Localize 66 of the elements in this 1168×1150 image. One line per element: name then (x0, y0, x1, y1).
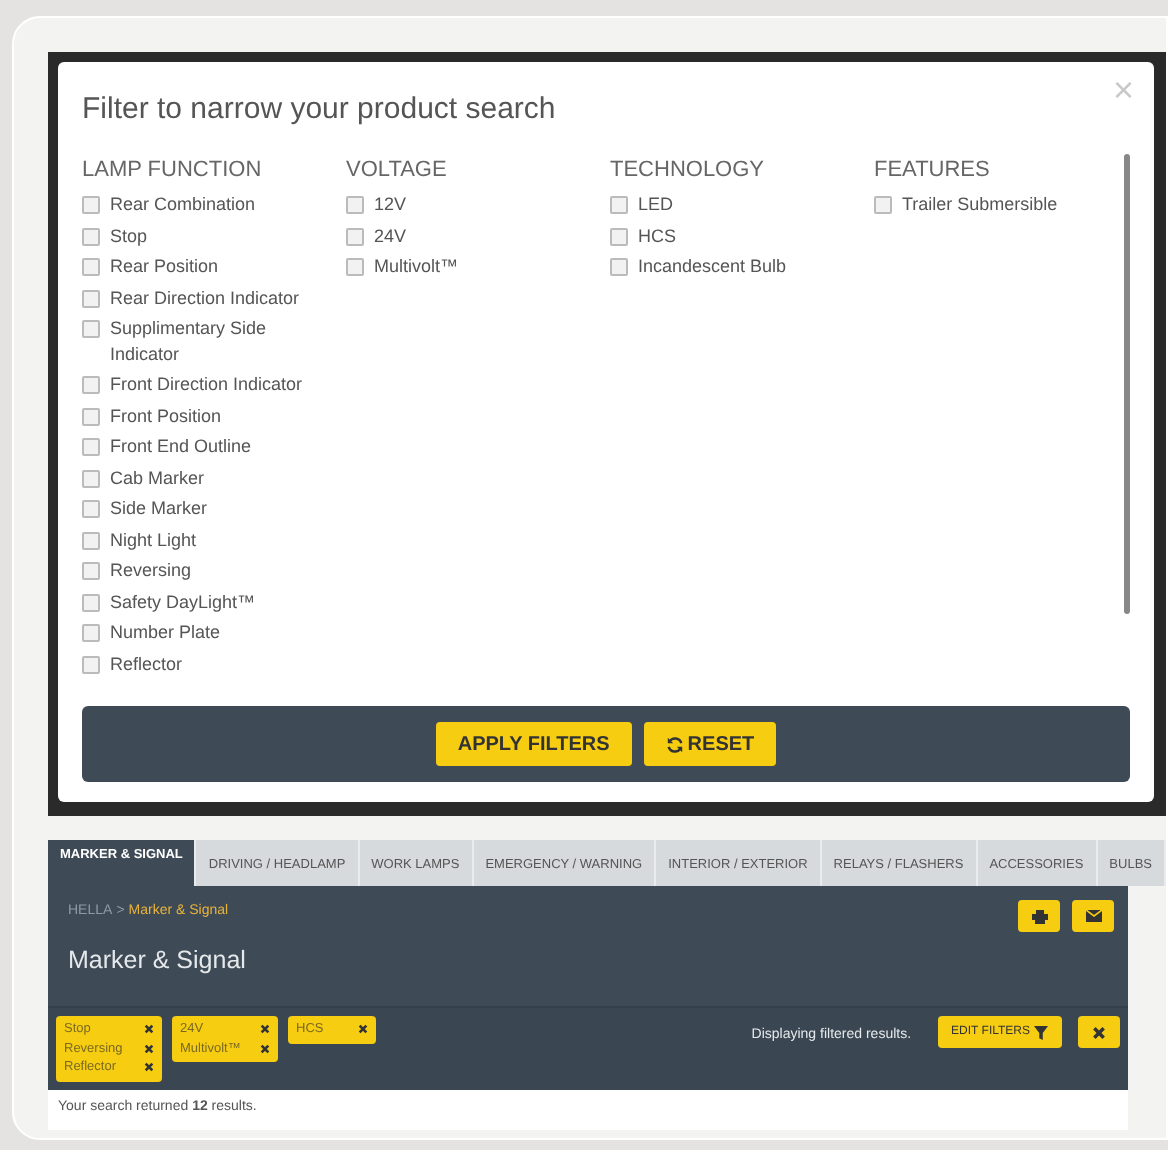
email-button[interactable] (1072, 900, 1114, 932)
clear-filters-button[interactable] (1078, 1016, 1120, 1048)
checkbox-label: Reversing (110, 558, 194, 583)
checkbox[interactable] (82, 655, 100, 673)
checkbox-label: Rear Position (110, 254, 221, 279)
checkbox-label: LED (638, 192, 676, 217)
checkbox-label: Rear Direction Indicator (110, 285, 302, 310)
remove-icon[interactable] (144, 1043, 154, 1054)
checkbox[interactable] (82, 438, 100, 456)
checkbox[interactable] (82, 289, 100, 307)
checkbox-label: Night Light (110, 527, 199, 552)
remove-icon[interactable] (144, 1024, 154, 1035)
dialog-title: Filter to narrow your product search (82, 90, 556, 130)
checkbox-label: Stop (110, 223, 150, 248)
remove-icon[interactable] (358, 1024, 368, 1035)
remove-icon[interactable] (260, 1024, 270, 1035)
printer-icon (1031, 909, 1047, 923)
checkbox[interactable] (82, 562, 100, 580)
checkbox[interactable] (82, 320, 100, 338)
close-icon (1092, 1025, 1106, 1039)
refresh-icon (665, 735, 684, 753)
print-button[interactable] (1018, 900, 1060, 932)
page-title: Marker & Signal (68, 943, 248, 978)
checkbox[interactable] (82, 258, 100, 276)
checkbox[interactable] (82, 196, 100, 214)
checkbox-label: Number Plate (110, 620, 223, 645)
checkbox-label: Front Direction Indicator (110, 372, 305, 397)
checkbox-label: Front Position (110, 403, 224, 428)
reset-button[interactable]: RESET (643, 722, 777, 766)
checkbox-label: Cab Marker (110, 465, 207, 490)
column-heading: FEATURES (874, 156, 992, 184)
checkbox-label: 24V (374, 223, 409, 248)
checkbox-label: Safety DayLight™ (110, 589, 258, 614)
checkbox[interactable] (610, 227, 628, 245)
column-heading: LAMP FUNCTION (82, 156, 264, 184)
checkbox[interactable] (346, 196, 364, 214)
checkbox[interactable] (82, 407, 100, 425)
column-heading: VOLTAGE (346, 156, 449, 184)
column-heading: TECHNOLOGY (610, 156, 767, 184)
envelope-icon (1085, 910, 1101, 922)
checkbox-label: Reflector (110, 651, 185, 676)
checkbox-label: Trailer Submersible (902, 192, 1060, 217)
checkbox[interactable] (82, 376, 100, 394)
apply-filters-button[interactable]: APPLY FILTERS (435, 722, 632, 766)
checkbox[interactable] (82, 624, 100, 642)
checkbox[interactable] (82, 500, 100, 518)
filter-icon (1034, 1025, 1048, 1039)
checkbox[interactable] (610, 258, 628, 276)
remove-icon[interactable] (260, 1043, 270, 1054)
checkbox-label: 12V (374, 192, 409, 217)
checkbox[interactable] (610, 196, 628, 214)
checkbox[interactable] (346, 227, 364, 245)
checkbox[interactable] (874, 196, 892, 214)
checkbox-label: Multivolt™ (374, 254, 461, 279)
checkbox-label: Side Marker (110, 496, 210, 521)
checkbox-label: Incandescent Bulb (638, 254, 789, 279)
checkbox[interactable] (82, 531, 100, 549)
checkbox[interactable] (82, 227, 100, 245)
checkbox-label: Supplimentary Side Indicator (110, 316, 269, 366)
checkbox[interactable] (82, 469, 100, 487)
checkbox-label: Rear Combination (110, 192, 258, 217)
checkbox[interactable] (346, 258, 364, 276)
checkbox-label: HCS (638, 223, 679, 248)
remove-icon[interactable] (144, 1062, 154, 1073)
checkbox[interactable] (82, 593, 100, 611)
checkbox-label: Front End Outline (110, 434, 254, 459)
